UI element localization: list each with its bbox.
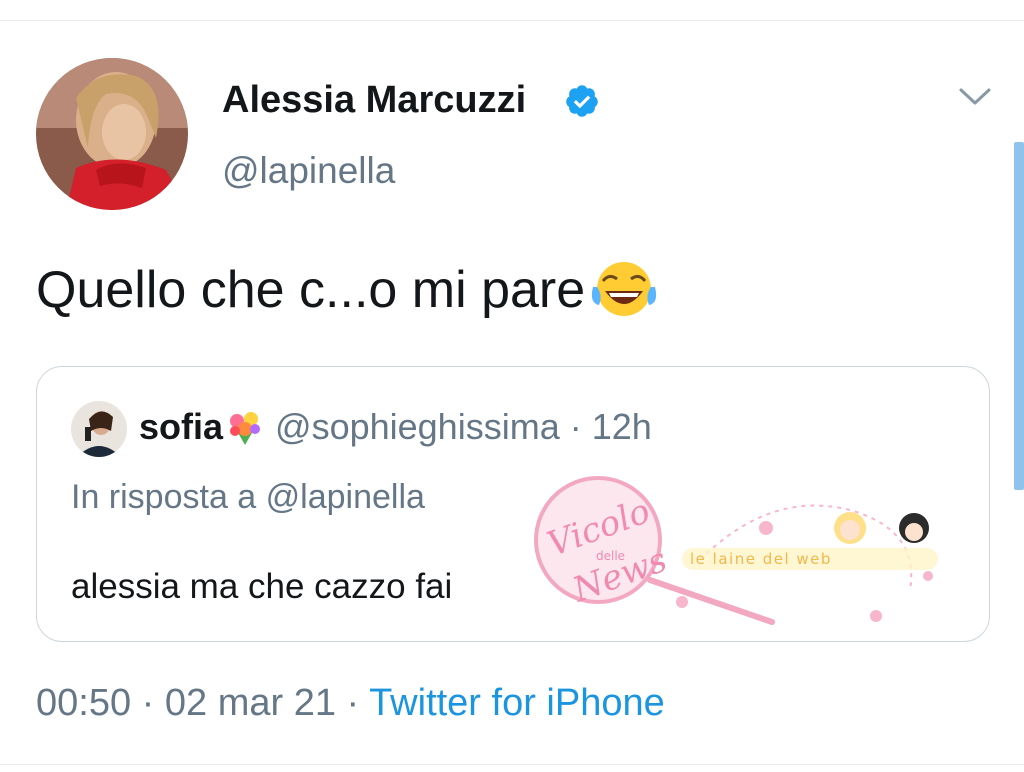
quoted-author-avatar[interactable] [71,401,127,457]
author-avatar[interactable] [36,58,188,210]
tweet-meta: 00:50 · 02 mar 21 · Twitter for iPhone [36,680,665,726]
verified-badge-icon [566,85,598,117]
tweet-time[interactable]: 00:50 [36,682,131,724]
bouquet-emoji-icon [230,412,261,445]
quoted-author-handle[interactable]: @sophieghissima [275,405,560,449]
tweet-source-link[interactable]: Twitter for iPhone [369,682,665,724]
quoted-author-name[interactable]: sofia [139,405,223,449]
tweet-text: Quello che c...o mi pare [36,258,659,322]
separator-dot: · [346,682,360,724]
author-display-name[interactable]: Alessia Marcuzzi [222,77,526,123]
top-divider [0,20,1024,21]
reply-to-label: In risposta a @lapinella [71,478,425,516]
quoted-tweet-card[interactable]: sofia @sophieghissima · 12h In risposta … [36,366,990,642]
separator-dot: · [569,406,582,447]
tweet-date[interactable]: 02 mar 21 [165,682,336,724]
tears-of-joy-emoji-icon [592,262,657,316]
chevron-down-icon[interactable] [958,86,992,108]
tweet-text-content: Quello che c...o mi pare [36,261,586,319]
bottom-divider [0,764,1024,765]
author-handle[interactable]: @lapinella [222,148,395,194]
scrollbar[interactable] [1014,142,1024,490]
quoted-tweet-text: alessia ma che cazzo fai [71,567,453,606]
quoted-tweet-header: sofia @sophieghissima · 12h [139,405,652,449]
quoted-tweet-time[interactable]: 12h [592,405,652,449]
separator-dot: · [141,682,155,724]
